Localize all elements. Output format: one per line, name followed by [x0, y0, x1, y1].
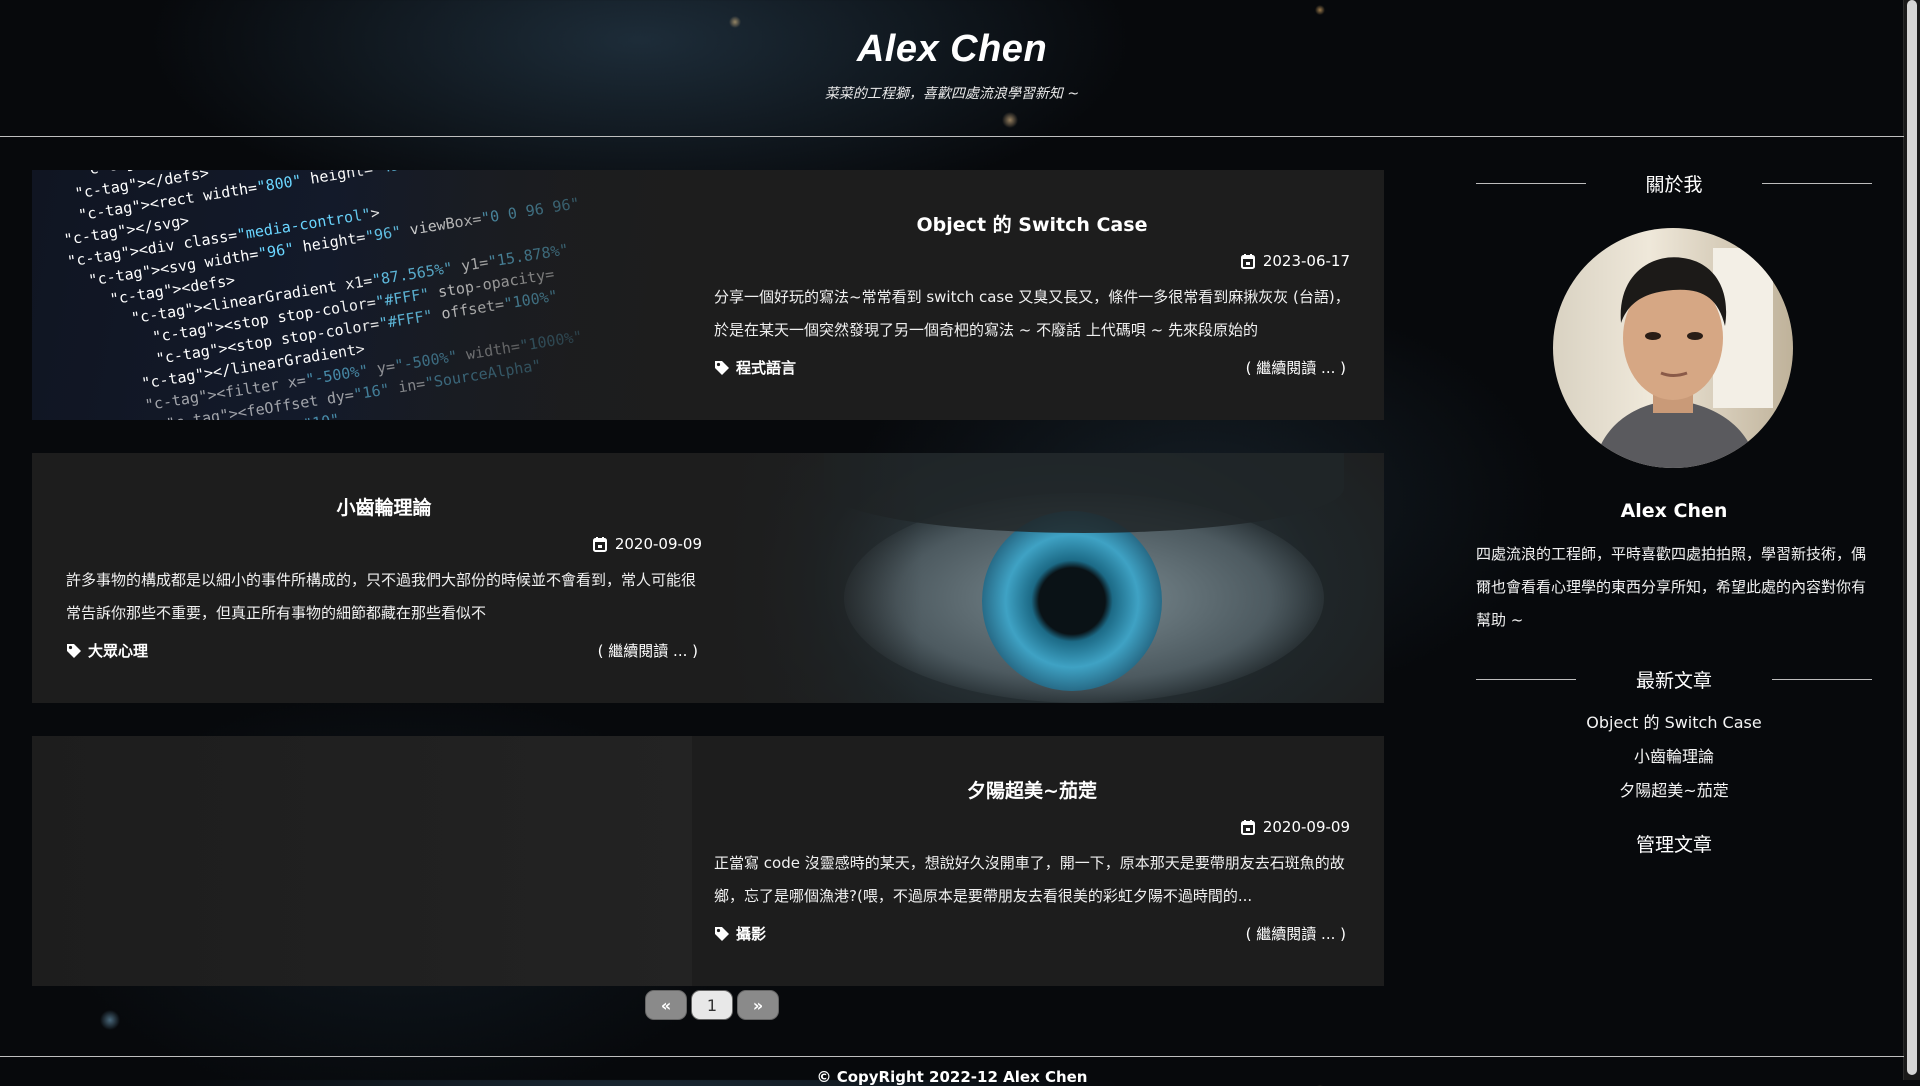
post-card[interactable]: 小齒輪理論 2020-09-09 許多事物的構成都是以細小的事件所構成的，只不過… — [32, 453, 1384, 703]
post-excerpt: 許多事物的構成都是以細小的事件所構成的，只不過我們大部份的時候並不會看到，常人可… — [66, 571, 697, 622]
post-tag[interactable]: 程式語言 — [714, 357, 796, 378]
avatar-photo — [1593, 248, 1773, 468]
post-image-code[interactable]: "c-tag"></linearGradient> "c-tag"></defs… — [32, 170, 692, 420]
post-title[interactable]: Object 的 Switch Case — [714, 210, 1350, 237]
post-date-text: 2023-06-17 — [1262, 252, 1350, 270]
about-heading: 關於我 — [1476, 170, 1872, 200]
post-card[interactable]: "c-tag"></linearGradient> "c-tag"></defs… — [32, 170, 1384, 420]
sidebar: 關於我 Alex Chen 四處流浪的工程師，平時喜歡四處拍拍照，學習新技術，偶… — [1476, 170, 1872, 856]
tag-icon — [715, 926, 729, 941]
recent-posts-list: Object 的 Switch Case 小齒輪理論 夕陽超美~茄萣 — [1476, 706, 1872, 808]
read-more-link[interactable]: ( 繼續閱讀 ... ) — [1246, 923, 1346, 944]
about-heading-text: 關於我 — [1645, 174, 1703, 196]
calendar-icon — [1240, 819, 1255, 835]
post-tag[interactable]: 攝影 — [714, 923, 766, 944]
avatar — [1553, 228, 1793, 468]
post-body: 小齒輪理論 2020-09-09 許多事物的構成都是以細小的事件所構成的，只不過… — [66, 453, 702, 703]
recent-posts-heading: 最新文章 — [1476, 666, 1872, 696]
post-card[interactable]: 夕陽超美~茄萣 2020-09-09 正當寫 code 沒靈感時的某天，想說好久… — [32, 736, 1384, 986]
pagination-prev-button[interactable]: « — [645, 990, 687, 1020]
post-tag-label: 攝影 — [736, 925, 767, 943]
pagination-page-1[interactable]: 1 — [691, 990, 733, 1020]
double-chevron-right-icon: » — [752, 995, 764, 1015]
post-excerpt: 分享一個好玩的寫法~常常看到 switch case 又臭又長又，條件一多很常看… — [714, 288, 1350, 339]
site-header: Alex Chen 菜菜的工程獅，喜歡四處流浪學習新知 ~ — [0, 0, 1904, 137]
post-date: 2020-09-09 — [1240, 818, 1350, 836]
author-bio: 四處流浪的工程師，平時喜歡四處拍拍照，學習新技術，偶爾也會看看心理學的東西分享所… — [1476, 545, 1867, 629]
double-chevron-left-icon: « — [660, 995, 672, 1015]
tag-icon — [715, 360, 729, 375]
copyright-text: © CopyRight 2022-12 Alex Chen — [816, 1068, 1088, 1086]
image-fade-overlay — [32, 170, 692, 420]
divider — [1762, 183, 1872, 184]
recent-post-link[interactable]: 夕陽超美~茄萣 — [1476, 774, 1872, 808]
recent-post-link[interactable]: Object 的 Switch Case — [1476, 706, 1872, 740]
post-title[interactable]: 小齒輪理論 — [66, 493, 702, 520]
post-body: 夕陽超美~茄萣 2020-09-09 正當寫 code 沒靈感時的某天，想說好久… — [714, 736, 1350, 986]
site-footer: © CopyRight 2022-12 Alex Chen — [0, 1056, 1904, 1086]
site-subtitle: 菜菜的工程獅，喜歡四處流浪學習新知 ~ — [824, 86, 1080, 102]
post-tag[interactable]: 大眾心理 — [66, 640, 148, 661]
post-tag-label: 程式語言 — [736, 359, 797, 377]
read-more-link[interactable]: ( 繼續閱讀 ... ) — [598, 640, 698, 661]
divider — [1772, 679, 1872, 680]
post-date-text: 2020-09-09 — [614, 535, 702, 553]
post-date-text: 2020-09-09 — [1262, 818, 1350, 836]
divider — [1476, 183, 1586, 184]
post-image-eye[interactable] — [724, 453, 1384, 703]
divider — [1476, 679, 1576, 680]
manage-posts-link[interactable]: 管理文章 — [1476, 830, 1872, 857]
post-tag-label: 大眾心理 — [88, 642, 149, 660]
pagination-next-button[interactable]: » — [737, 990, 779, 1020]
read-more-link[interactable]: ( 繼續閱讀 ... ) — [1246, 357, 1346, 378]
post-title[interactable]: 夕陽超美~茄萣 — [714, 776, 1350, 803]
pagination: « 1 » — [645, 990, 779, 1020]
tag-icon — [67, 643, 81, 658]
recent-post-link[interactable]: 小齒輪理論 — [1476, 740, 1872, 774]
post-body: Object 的 Switch Case 2023-06-17 分享一個好玩的寫… — [714, 170, 1350, 420]
image-fade-overlay — [724, 453, 1384, 703]
post-image-sunset[interactable] — [32, 736, 692, 986]
calendar-icon — [1240, 253, 1255, 269]
recent-posts-heading-text: 最新文章 — [1635, 670, 1712, 692]
site-title[interactable]: Alex Chen — [0, 28, 1904, 71]
post-date: 2020-09-09 — [592, 535, 702, 553]
calendar-icon — [592, 536, 607, 552]
post-date: 2023-06-17 — [1240, 252, 1350, 270]
scrollbar[interactable] — [1903, 0, 1920, 1080]
author-name: Alex Chen — [1620, 500, 1728, 522]
post-excerpt: 正當寫 code 沒靈感時的某天，想說好久沒開車了，開一下，原本那天是要帶朋友去… — [714, 854, 1345, 905]
scrollbar-thumb[interactable] — [1907, 0, 1917, 1075]
